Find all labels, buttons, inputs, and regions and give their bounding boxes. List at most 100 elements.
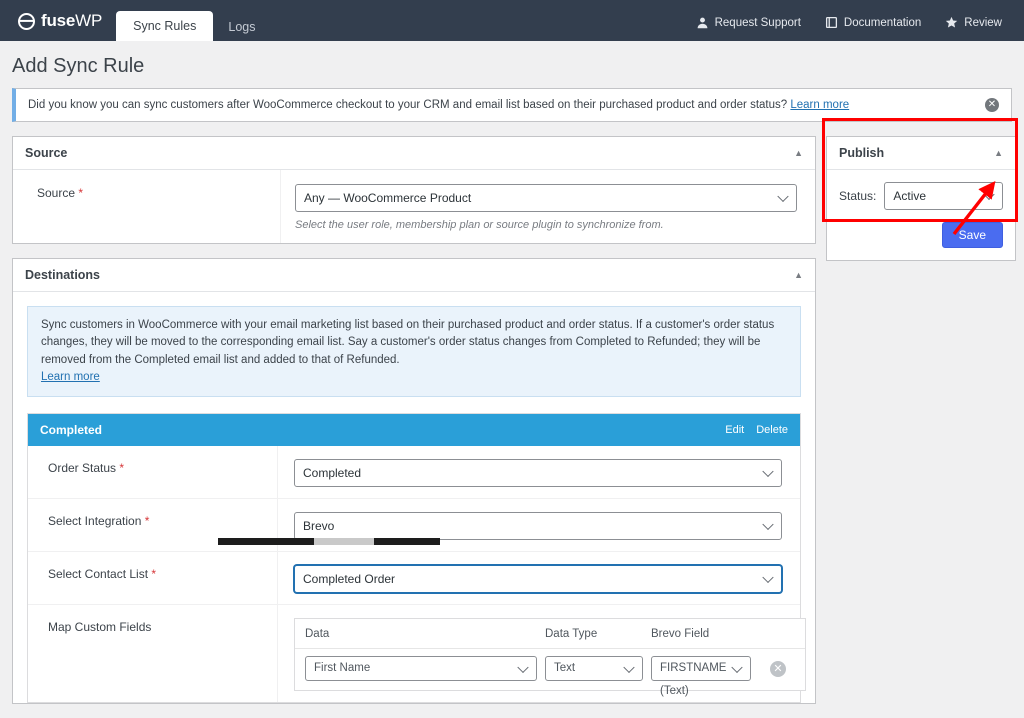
destination-card-title: Completed xyxy=(40,423,103,437)
select-contact-list-label-text: Select Contact List xyxy=(48,567,149,581)
info-notice: Did you know you can sync customers afte… xyxy=(12,88,1012,122)
page-title: Add Sync Rule xyxy=(12,55,145,77)
nav-documentation[interactable]: Documentation xyxy=(825,16,921,29)
select-contact-list-select[interactable]: Completed Order xyxy=(294,565,782,593)
map-custom-fields-row: Map Custom Fields Data Data Type Brevo F… xyxy=(28,605,806,702)
publish-panel: Publish ▲ Status: Active Save xyxy=(826,136,1016,261)
nav-review[interactable]: Review xyxy=(945,16,1002,29)
map-data-type-select-wrapper: Text xyxy=(545,656,643,681)
publish-panel-header[interactable]: Publish ▲ xyxy=(827,137,1015,170)
delete-button[interactable]: Delete xyxy=(756,424,788,436)
map-custom-fields-field: Data Data Type Brevo Field First Name Te… xyxy=(278,605,824,702)
horizontal-scrollbar[interactable] xyxy=(218,538,440,545)
map-data-select[interactable]: First Name xyxy=(305,656,537,681)
user-support-icon xyxy=(696,16,709,29)
edit-button[interactable]: Edit xyxy=(725,424,744,436)
tab-logs[interactable]: Logs xyxy=(213,14,270,42)
map-fields-table: Data Data Type Brevo Field First Name Te… xyxy=(294,618,806,697)
publish-panel-body: Status: Active Save xyxy=(827,170,1015,260)
map-crm-field-select[interactable]: FIRSTNAME (Text) xyxy=(651,656,751,697)
map-fields-table-header: Data Data Type Brevo Field xyxy=(295,619,805,649)
select-contact-list-select-wrapper: Completed Order xyxy=(294,565,782,593)
status-label: Status: xyxy=(839,189,877,203)
column-header-data-type: Data Type xyxy=(545,628,598,640)
nav-request-support-label: Request Support xyxy=(714,16,801,29)
book-icon xyxy=(825,16,838,29)
publish-panel-footer: Save xyxy=(839,210,1003,248)
source-row: Source * Any — WooCommerce Product Selec… xyxy=(13,170,815,243)
order-status-label-text: Order Status xyxy=(48,461,117,475)
star-icon xyxy=(945,16,958,29)
required-marker: * xyxy=(119,461,125,475)
destination-card-completed: Completed Edit Delete Order Status * Com… xyxy=(27,413,806,703)
map-data-type-cell: Text xyxy=(545,656,643,681)
source-hint: Select the user role, membership plan or… xyxy=(295,219,664,231)
map-custom-fields-label: Map Custom Fields xyxy=(28,605,278,702)
main-tabs: Sync Rules Logs xyxy=(116,0,270,41)
status-select-wrapper: Active xyxy=(884,182,1003,210)
brand-name-light: WP xyxy=(75,11,103,30)
column-header-crm-field: Brevo Field xyxy=(651,628,710,640)
map-data-select-wrapper: First Name xyxy=(305,656,537,681)
top-bar: fuseWP Sync Rules Logs Request Support D… xyxy=(0,0,1024,41)
fusewp-logo-icon xyxy=(18,12,35,30)
destinations-info-box: Sync customers in WooCommerce with your … xyxy=(27,306,801,397)
destinations-learn-more-link[interactable]: Learn more xyxy=(41,371,100,383)
required-marker: * xyxy=(151,567,157,581)
brand-name: fuseWP xyxy=(41,11,102,31)
remove-row-icon[interactable]: ✕ xyxy=(770,661,786,677)
order-status-select[interactable]: Completed xyxy=(294,459,782,487)
select-contact-list-field: Completed Order xyxy=(278,552,800,604)
main-column: Source ▲ Source * Any — WooCommerce Prod… xyxy=(12,136,816,718)
status-select[interactable]: Active xyxy=(884,182,1003,210)
column-header-data: Data xyxy=(305,628,330,640)
map-fields-table-row: First Name Text FIRSTNAME (Text) ✕ xyxy=(295,649,805,697)
brand-logo: fuseWP xyxy=(0,11,116,41)
source-panel-title: Source xyxy=(25,146,68,160)
required-marker: * xyxy=(78,186,84,200)
source-select[interactable]: Any — WooCommerce Product xyxy=(295,184,797,212)
nav-documentation-label: Documentation xyxy=(843,16,922,29)
chevron-up-icon[interactable]: ▲ xyxy=(794,270,803,280)
map-data-type-select[interactable]: Text xyxy=(545,656,643,681)
source-panel-header[interactable]: Source ▲ xyxy=(13,137,815,170)
side-column: Publish ▲ Status: Active Save xyxy=(826,136,1016,275)
destinations-panel-header[interactable]: Destinations ▲ xyxy=(13,259,815,292)
tab-sync-rules[interactable]: Sync Rules xyxy=(116,10,214,41)
publish-panel-title: Publish xyxy=(839,146,885,160)
source-row-field: Any — WooCommerce Product Select the use… xyxy=(281,170,815,243)
order-status-select-wrapper: Completed xyxy=(294,459,782,487)
source-row-label: Source * xyxy=(13,170,281,243)
top-nav: Request Support Documentation Review xyxy=(696,16,1024,41)
status-row: Status: Active xyxy=(839,182,1003,210)
source-select-wrapper: Any — WooCommerce Product xyxy=(295,184,797,212)
map-crm-field-cell: FIRSTNAME (Text) xyxy=(651,656,751,697)
close-icon[interactable]: ✕ xyxy=(985,98,999,112)
source-label-text: Source xyxy=(37,186,76,200)
save-button[interactable]: Save xyxy=(941,222,1003,248)
chevron-up-icon[interactable]: ▲ xyxy=(794,148,803,158)
select-integration-label-text: Select Integration xyxy=(48,514,142,528)
map-data-cell: First Name xyxy=(305,656,537,681)
destinations-info-text: Sync customers in WooCommerce with your … xyxy=(41,319,775,366)
chevron-up-icon[interactable]: ▲ xyxy=(994,148,1003,158)
source-panel: Source ▲ Source * Any — WooCommerce Prod… xyxy=(12,136,816,244)
destinations-panel-title: Destinations xyxy=(25,268,101,282)
destinations-panel: Destinations ▲ Sync customers in WooComm… xyxy=(12,258,816,704)
destination-card-header: Completed Edit Delete xyxy=(28,414,800,446)
map-remove-cell: ✕ xyxy=(761,660,795,677)
order-status-field: Completed xyxy=(278,446,800,498)
info-notice-message: Did you know you can sync customers afte… xyxy=(28,99,788,111)
nav-review-label: Review xyxy=(964,16,1002,29)
destination-card-actions: Edit Delete xyxy=(725,424,788,436)
order-status-label: Order Status * xyxy=(28,446,278,498)
select-integration-select[interactable]: Brevo xyxy=(294,512,782,540)
order-status-row: Order Status * Completed xyxy=(28,446,800,499)
content-columns: Source ▲ Source * Any — WooCommerce Prod… xyxy=(0,122,1024,718)
nav-request-support[interactable]: Request Support xyxy=(696,16,801,29)
map-crm-field-select-wrapper: FIRSTNAME (Text) xyxy=(651,656,751,697)
required-marker: * xyxy=(144,514,150,528)
select-integration-select-wrapper: Brevo xyxy=(294,512,782,540)
info-notice-text: Did you know you can sync customers afte… xyxy=(28,99,985,111)
info-notice-learn-more-link[interactable]: Learn more xyxy=(790,99,849,111)
